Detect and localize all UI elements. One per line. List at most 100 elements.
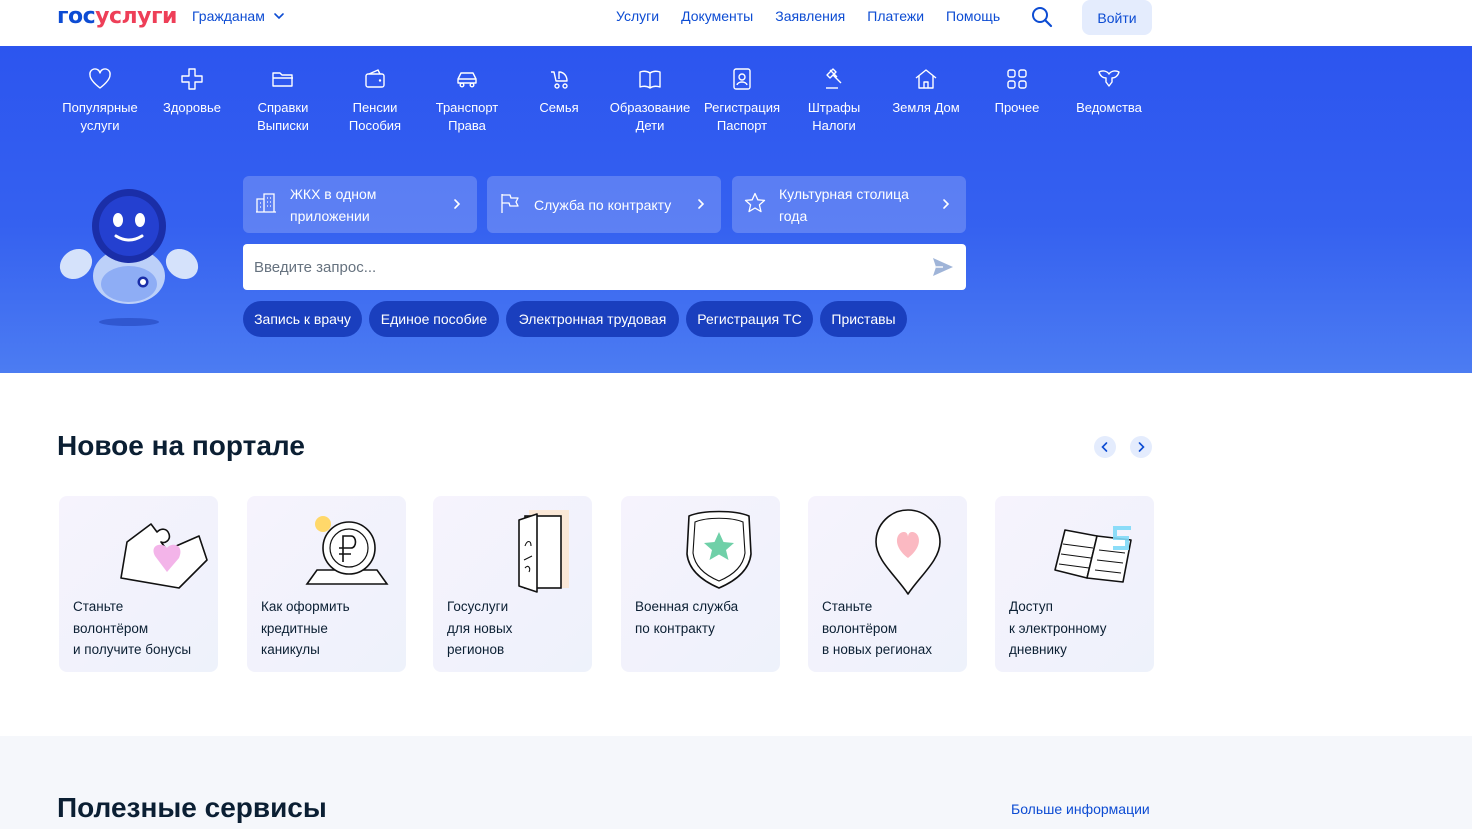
card-line: каникулы xyxy=(261,642,320,657)
gosuslugi-logo[interactable]: госуслуги xyxy=(57,4,177,30)
category-popular[interactable]: Популярные услуги xyxy=(54,66,146,135)
chevron-left-icon xyxy=(1101,442,1108,452)
card-line: Военная служба xyxy=(635,599,739,614)
card-line: волонтёром xyxy=(822,620,898,636)
category-family[interactable]: Семья xyxy=(513,66,605,117)
card-text: Госуслуги для новых регионов xyxy=(447,596,587,661)
news-card-e-diary[interactable]: Доступ к электронному дневнику xyxy=(995,496,1154,672)
more-info-link[interactable]: Больше информации xyxy=(1011,801,1150,817)
star-icon xyxy=(744,192,766,213)
card-line: Госуслуги xyxy=(447,599,509,614)
puzzle-heart-illustration xyxy=(120,523,208,589)
promo-line: приложении xyxy=(290,207,370,224)
stroller-icon xyxy=(546,66,572,92)
services-section-title: Полезные сервисы xyxy=(57,792,327,823)
card-line: Станьте xyxy=(73,599,124,614)
category-label: Штрафы xyxy=(807,100,861,115)
search-box xyxy=(243,244,966,290)
chip-electronic-workbook[interactable]: Электронная трудовая xyxy=(506,301,679,337)
car-icon xyxy=(454,66,480,92)
card-text: Военная служба по контракту xyxy=(635,596,775,639)
nav-applications[interactable]: Заявления xyxy=(775,8,845,24)
search-input[interactable] xyxy=(243,244,913,290)
card-text: Как оформить кредитные каникулы xyxy=(261,596,401,661)
book-icon xyxy=(637,66,663,92)
grid-icon xyxy=(1004,66,1030,92)
category-label: Паспорт xyxy=(716,118,768,133)
chevron-right-icon xyxy=(454,199,461,209)
chevron-down-icon xyxy=(274,13,284,20)
chip-bailiffs[interactable]: Приставы xyxy=(820,301,907,337)
folder-icon xyxy=(270,66,296,92)
category-label: Выписки xyxy=(257,118,309,133)
card-text: Доступ к электронному дневнику xyxy=(1009,596,1149,661)
promo-line: Культурная столица xyxy=(779,185,909,202)
category-registration[interactable]: Регистрация Паспорт xyxy=(696,66,788,135)
nav-services[interactable]: Услуги xyxy=(616,8,659,24)
promo-contract-service[interactable]: Служба по контракту xyxy=(487,176,721,233)
chip-doctor-appointment[interactable]: Запись к врачу xyxy=(243,301,362,337)
category-transport[interactable]: Транспорт Права xyxy=(421,66,513,135)
promo-cultural-capital[interactable]: Культурная столица года xyxy=(732,176,966,233)
category-education[interactable]: Образование Дети xyxy=(604,66,696,135)
nav-documents[interactable]: Документы xyxy=(681,8,753,24)
category-pensions[interactable]: Пенсии Пособия xyxy=(329,66,421,135)
card-text: Станьте волонтёром и получите бонусы xyxy=(73,596,213,661)
chip-unified-allowance[interactable]: Единое пособие xyxy=(369,301,499,337)
promo-line: года xyxy=(779,207,808,224)
hero-banner: Популярные услуги Здоровье Справки Выписки… xyxy=(0,46,1472,373)
nav-help[interactable]: Помощь xyxy=(946,8,1000,24)
card-line: Станьте xyxy=(822,599,873,614)
card-line: в новых регионах xyxy=(822,642,932,657)
promo-text: Культурная столица года xyxy=(779,183,909,227)
news-card-volunteer-new-regions[interactable]: Станьте волонтёром в новых регионах xyxy=(808,496,967,672)
house-icon xyxy=(913,66,939,92)
category-label: Земля Дом xyxy=(892,100,960,115)
login-button[interactable]: Войти xyxy=(1082,0,1152,35)
audience-selector[interactable]: Гражданам xyxy=(192,8,285,24)
chip-vehicle-registration[interactable]: Регистрация ТС xyxy=(686,301,813,337)
card-line: к электронному xyxy=(1009,620,1107,636)
category-label: Права xyxy=(448,118,486,133)
category-other[interactable]: Прочее xyxy=(971,66,1063,117)
carousel-next-button[interactable] xyxy=(1130,436,1152,458)
category-health[interactable]: Здоровье xyxy=(146,66,238,117)
category-label: Ведомства xyxy=(1076,100,1142,115)
wallet-icon xyxy=(362,66,388,92)
promo-text: Служба по контракту xyxy=(534,194,671,216)
category-label: Справки xyxy=(257,100,309,115)
top-nav: Услуги Документы Заявления Платежи Помощ… xyxy=(616,8,1022,24)
id-card-icon xyxy=(729,66,755,92)
category-label: Дети xyxy=(635,118,665,133)
category-certificates[interactable]: Справки Выписки xyxy=(237,66,329,135)
category-label: Налоги xyxy=(812,118,856,133)
promo-housing-app[interactable]: ЖКХ в одном приложении xyxy=(243,176,477,233)
category-fines[interactable]: Штрафы Налоги xyxy=(788,66,880,135)
news-card-credit-holidays[interactable]: Как оформить кредитные каникулы xyxy=(247,496,406,672)
news-card-volunteer[interactable]: Станьте волонтёром и получите бонусы xyxy=(59,496,218,672)
send-icon[interactable] xyxy=(931,255,955,279)
category-label: Транспорт xyxy=(435,100,499,115)
category-land-house[interactable]: Земля Дом xyxy=(880,66,972,117)
search-icon[interactable] xyxy=(1031,6,1053,28)
news-card-new-regions[interactable]: Госуслуги для новых регионов xyxy=(433,496,592,672)
category-label: услуги xyxy=(80,118,120,133)
map-pin-heart-illustration xyxy=(875,509,941,595)
card-line: волонтёром xyxy=(73,620,149,636)
news-card-military-service[interactable]: Военная служба по контракту xyxy=(621,496,780,672)
card-line: дневнику xyxy=(1009,642,1067,657)
chevron-right-icon xyxy=(1138,442,1145,452)
category-label: Прочее xyxy=(994,100,1040,115)
carousel-prev-button[interactable] xyxy=(1094,436,1116,458)
flag-icon xyxy=(501,194,519,213)
category-agencies[interactable]: Ведомства xyxy=(1063,66,1155,117)
audience-label: Гражданам xyxy=(192,8,265,24)
news-section-title: Новое на портале xyxy=(57,430,305,461)
robot-mascot xyxy=(59,189,199,326)
chevron-right-icon xyxy=(943,199,950,209)
open-door-illustration xyxy=(518,510,569,593)
card-line: для новых xyxy=(447,620,513,636)
ruble-coin-illustration xyxy=(305,516,389,585)
nav-payments[interactable]: Платежи xyxy=(867,8,924,24)
promo-line: ЖКХ в одном xyxy=(290,185,377,202)
